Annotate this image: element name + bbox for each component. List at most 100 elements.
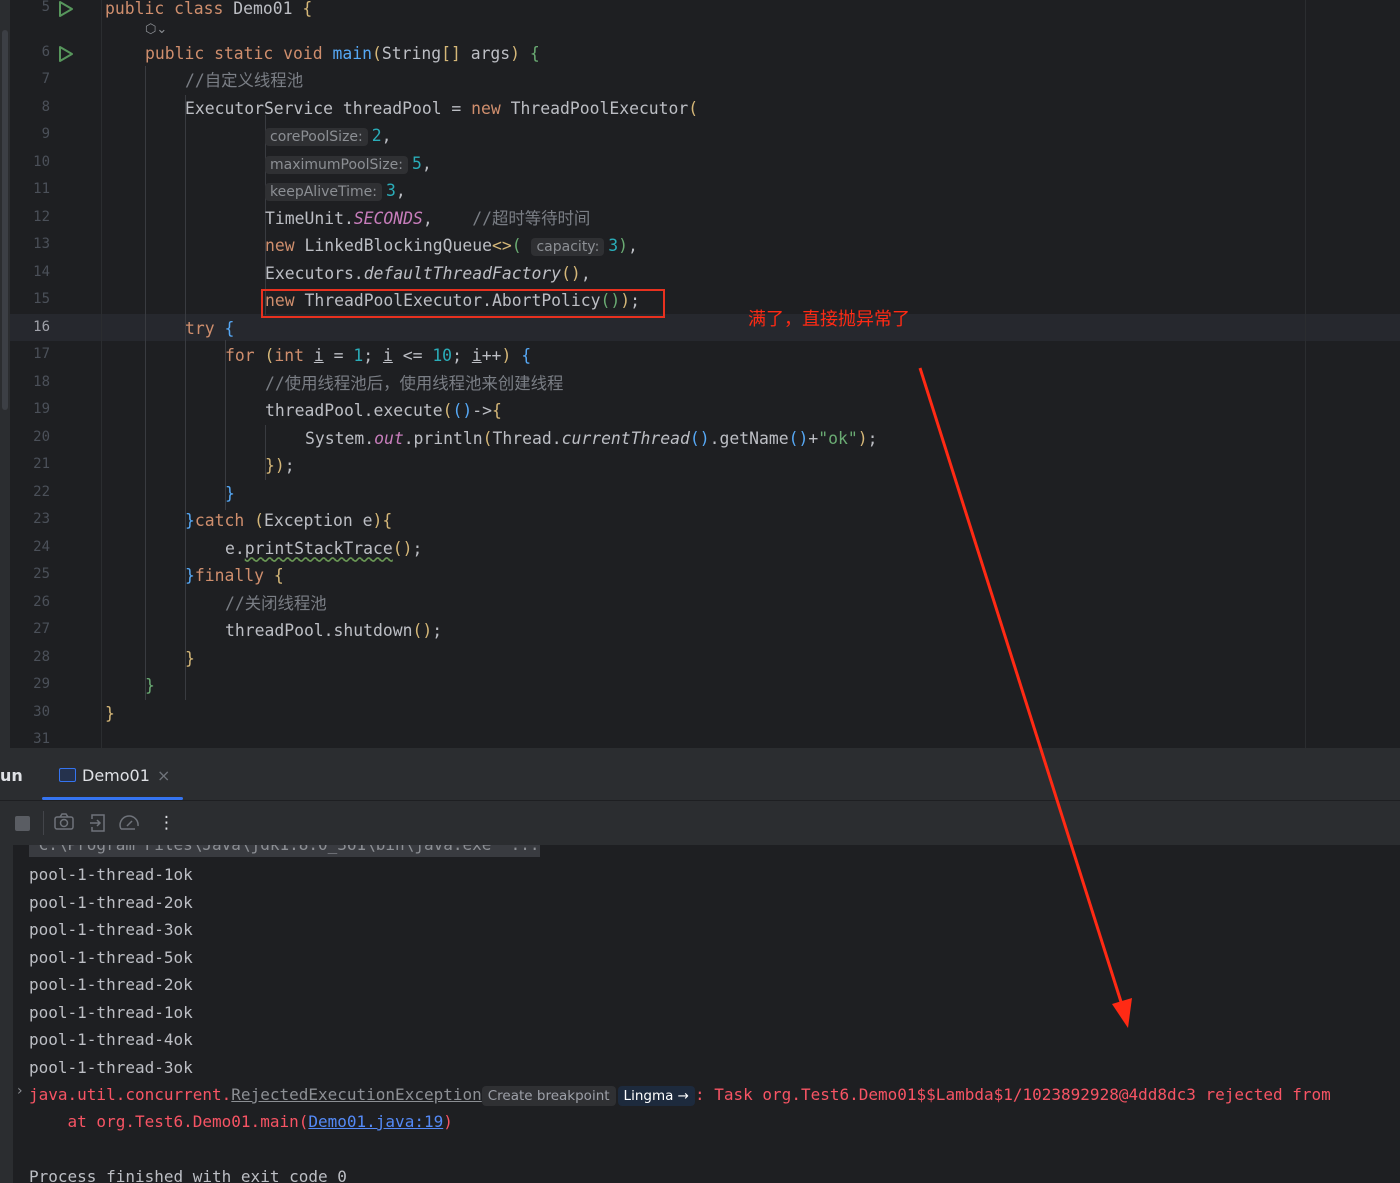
close-icon[interactable]: × — [157, 766, 170, 785]
line-number[interactable]: 6 — [0, 44, 50, 60]
lingma-button[interactable]: Lingma → — [617, 1086, 695, 1106]
code-token: System. — [305, 428, 375, 448]
line-number[interactable]: 18 — [0, 374, 50, 390]
code-token: , — [421, 153, 432, 173]
code-token: { — [224, 318, 235, 338]
line-number[interactable]: 13 — [0, 236, 50, 252]
code-line[interactable]: Executors.defaultThreadFactory(), — [265, 260, 591, 287]
line-number[interactable]: 26 — [0, 594, 50, 610]
code-line[interactable]: maximumPoolSize: 5, — [265, 150, 432, 177]
code-token: out — [374, 428, 404, 448]
code-line[interactable]: ExecutorService threadPool = new ThreadP… — [185, 95, 698, 122]
code-line[interactable]: //自定义线程池 — [185, 67, 303, 94]
console-output[interactable]: "C:\Program Files\Java\jdk1.8.0_361\bin\… — [0, 845, 1400, 1183]
line-number[interactable]: 17 — [0, 346, 50, 362]
code-token: [] — [441, 43, 461, 63]
code-token: ) — [501, 346, 512, 365]
line-number[interactable]: 19 — [0, 401, 50, 417]
source-link[interactable]: Demo01.java:19 — [308, 1112, 443, 1131]
line-number[interactable]: 16 — [0, 319, 50, 335]
stack-suffix: ) — [443, 1112, 453, 1131]
speed-icon[interactable] — [118, 813, 142, 838]
code-token: Exception e — [263, 511, 373, 530]
tab-demo01[interactable]: Demo01 × — [42, 748, 183, 800]
lingma-icon[interactable]: ⬡⌄ — [145, 22, 167, 37]
run-panel: un Demo01 × ⋮ "C:\Program Files\Java\jdk… — [0, 748, 1400, 1183]
line-number[interactable]: 22 — [0, 484, 50, 500]
run-gutter-icon[interactable] — [58, 0, 74, 18]
code-line[interactable]: e.printStackTrace(); — [225, 535, 422, 562]
line-number[interactable]: 9 — [0, 126, 50, 142]
code-token: () — [561, 263, 581, 283]
code-line[interactable]: keepAliveTime: 3, — [265, 177, 406, 204]
create-breakpoint-button[interactable]: Create breakpoint — [481, 1086, 616, 1106]
code-line[interactable]: public static void main(String[] args) { — [145, 40, 540, 67]
line-number[interactable]: 25 — [0, 566, 50, 582]
code-token: ; — [867, 428, 878, 448]
line-number[interactable]: 24 — [0, 539, 50, 555]
more-icon[interactable]: ⋮ — [158, 813, 175, 833]
line-number[interactable]: 11 — [0, 181, 50, 197]
code-token: public static void — [145, 43, 333, 63]
code-line[interactable]: } — [105, 700, 115, 727]
code-line[interactable]: threadPool.execute(()->{ — [265, 397, 502, 424]
code-line[interactable]: }catch (Exception e){ — [185, 507, 392, 534]
code-line[interactable]: } — [145, 672, 155, 699]
code-line[interactable]: corePoolSize: 2, — [265, 122, 392, 149]
code-line[interactable]: TimeUnit.SECONDS, //超时等待时间 — [265, 205, 590, 232]
code-line[interactable]: threadPool.shutdown(); — [225, 617, 442, 644]
line-number[interactable]: 15 — [0, 291, 50, 307]
line-number[interactable]: 29 — [0, 676, 50, 692]
tab-label: Demo01 — [82, 766, 150, 785]
line-number[interactable]: 8 — [0, 99, 50, 115]
code-line[interactable]: new LinkedBlockingQueue<>( capacity: 3), — [265, 232, 638, 259]
code-token: } — [185, 566, 195, 585]
code-line[interactable]: try { — [185, 315, 234, 342]
code-token: Demo01 — [233, 0, 303, 18]
code-token: SECONDS — [353, 208, 423, 228]
line-number[interactable]: 27 — [0, 621, 50, 637]
code-line[interactable]: } — [185, 645, 195, 672]
code-line[interactable]: }finally { — [185, 562, 284, 589]
code-token: ( — [688, 98, 699, 118]
annotation-text: 满了，直接抛异常了 — [748, 309, 910, 330]
stop-icon[interactable] — [15, 816, 30, 831]
code-token: e. — [225, 538, 245, 558]
line-number[interactable]: 14 — [0, 264, 50, 280]
exit-icon[interactable] — [89, 813, 107, 838]
line-number[interactable]: 10 — [0, 154, 50, 170]
code-line[interactable]: for (int i = 1; i <= 10; i++) { — [225, 342, 531, 369]
line-number[interactable]: 5 — [0, 0, 50, 15]
code-token: ( — [264, 346, 275, 365]
code-token: ; — [452, 346, 472, 365]
code-token: 10 — [432, 346, 453, 365]
code-token: new — [471, 98, 511, 118]
line-number[interactable]: 7 — [0, 71, 50, 87]
code-line[interactable]: //关闭线程池 — [225, 590, 327, 617]
line-number[interactable]: 12 — [0, 209, 50, 225]
camera-icon[interactable] — [54, 813, 74, 836]
code-line[interactable]: System.out.println(Thread.currentThread(… — [305, 425, 877, 452]
line-number[interactable]: 23 — [0, 511, 50, 527]
code-token: { — [521, 346, 532, 365]
code-line[interactable]: }); — [265, 452, 295, 479]
console-line: pool-1-thread-3ok — [29, 1057, 193, 1077]
code-editor[interactable]: 5 public class Demo01 { 6 public static voi… — [0, 0, 1400, 748]
line-number[interactable]: 31 — [0, 731, 50, 747]
line-number[interactable]: 30 — [0, 704, 50, 720]
line-number[interactable]: 21 — [0, 456, 50, 472]
expand-chevron-icon[interactable]: › — [17, 1083, 23, 1099]
run-gutter-icon[interactable] — [58, 45, 74, 63]
line-number[interactable]: 20 — [0, 429, 50, 445]
code-line[interactable]: } — [225, 480, 235, 507]
exception-class-link[interactable]: RejectedExecutionException — [231, 1085, 481, 1104]
line-number[interactable]: 28 — [0, 649, 50, 665]
code-token: Thread. — [492, 428, 562, 448]
code-token: } — [265, 456, 275, 475]
code-line[interactable]: //使用线程池后，使用线程池来创建线程 — [265, 370, 563, 397]
code-token: args — [460, 43, 511, 63]
code-token: TimeUnit. — [265, 208, 354, 228]
code-line[interactable]: public class Demo01 { — [105, 0, 312, 22]
code-token: 2 — [371, 126, 382, 145]
